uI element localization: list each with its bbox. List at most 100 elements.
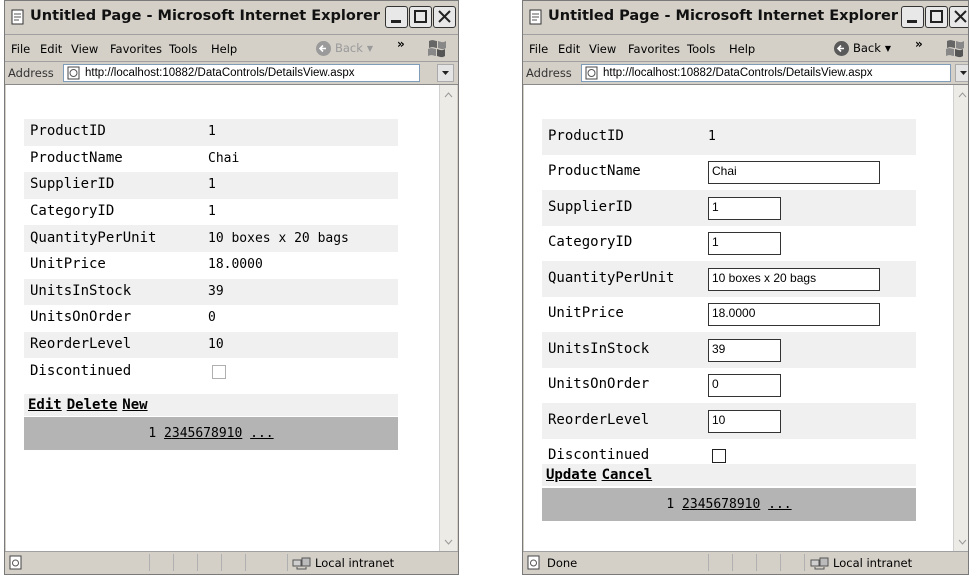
- title-bar[interactable]: Untitled Page - Microsoft Internet Explo…: [5, 1, 458, 35]
- pager-row: 1 2345678910 ...: [542, 488, 916, 521]
- details-row-unitsinstock: UnitsInStock 39: [542, 332, 916, 368]
- details-row-discontinued: Discontinued: [24, 358, 398, 385]
- menu-edit[interactable]: Edit: [40, 42, 62, 56]
- pager-link[interactable]: 2: [682, 497, 690, 512]
- status-page-icon: [527, 555, 540, 570]
- back-button[interactable]: Back ▼: [834, 38, 891, 58]
- details-row-supplierid: SupplierID 1: [24, 172, 398, 199]
- pager-link[interactable]: 7: [721, 497, 729, 512]
- security-zone: Local intranet: [810, 555, 912, 570]
- menu-help[interactable]: Help: [211, 42, 237, 56]
- field-label: UnitPrice: [548, 305, 624, 322]
- update-link[interactable]: Update: [546, 467, 597, 483]
- browser-window-edit-mode: Untitled Page - Microsoft Internet Explo…: [522, 0, 969, 575]
- zone-label: Local intranet: [833, 555, 913, 570]
- field-value: 1: [208, 177, 216, 193]
- field-value: 10 boxes x 20 bags: [208, 230, 349, 246]
- details-row-unitprice: UnitPrice 18.0000: [542, 296, 916, 332]
- toolbar-overflow-icon[interactable]: »: [397, 37, 405, 51]
- command-row: Update Cancel: [542, 464, 916, 486]
- intranet-icon: [810, 557, 829, 570]
- pager-link[interactable]: 9: [219, 426, 227, 441]
- details-row-unitsonorder: UnitsOnOrder 0: [542, 367, 916, 403]
- edit-link[interactable]: Edit: [28, 397, 62, 413]
- close-icon[interactable]: [949, 6, 968, 28]
- maximize-icon[interactable]: [409, 6, 432, 28]
- input-supplierid[interactable]: 1: [708, 196, 781, 220]
- new-link[interactable]: New: [122, 397, 147, 413]
- scroll-up-icon[interactable]: [956, 89, 969, 102]
- menu-help[interactable]: Help: [729, 42, 755, 56]
- pager-link[interactable]: 9: [737, 497, 745, 512]
- pager-link[interactable]: 6: [195, 426, 203, 441]
- input-quantityperunit[interactable]: 10 boxes x 20 bags: [708, 267, 880, 291]
- menu-tools[interactable]: Tools: [687, 42, 715, 56]
- menu-view[interactable]: View: [71, 42, 98, 56]
- minimize-icon[interactable]: [385, 6, 408, 28]
- details-row-unitprice: UnitPrice 18.0000: [24, 252, 398, 279]
- field-label: ReorderLevel: [30, 336, 132, 353]
- back-label: Back: [335, 41, 363, 55]
- input-productname[interactable]: Chai: [708, 161, 880, 185]
- input-categoryid[interactable]: 1: [708, 232, 781, 256]
- page-content: ProductID 1 ProductName Chai SupplierID 1 Cate…: [6, 85, 457, 552]
- menu-favorites[interactable]: Favorites: [110, 42, 162, 56]
- field-label: SupplierID: [30, 176, 115, 193]
- pager-link[interactable]: 10: [227, 426, 243, 441]
- menu-file[interactable]: File: [529, 42, 548, 56]
- vertical-scrollbar[interactable]: [439, 85, 457, 552]
- menu-view[interactable]: View: [589, 42, 616, 56]
- address-label: Address: [8, 66, 54, 80]
- field-label: ProductName: [548, 163, 641, 180]
- dropdown-icon[interactable]: [437, 64, 454, 82]
- field-value: 1: [708, 128, 716, 144]
- address-input[interactable]: http://localhost:10882/DataControls/Deta…: [63, 64, 420, 82]
- details-row-quantityperunit: QuantityPerUnit 10 boxes x 20 bags: [24, 225, 398, 252]
- discontinued-checkbox[interactable]: [712, 449, 726, 464]
- details-row-reorderlevel: ReorderLevel 10: [24, 331, 398, 359]
- input-unitsonorder[interactable]: 0: [708, 374, 781, 398]
- field-label: QuantityPerUnit: [30, 229, 157, 246]
- details-row-productname: ProductName Chai: [542, 154, 916, 190]
- title-bar[interactable]: Untitled Page - Microsoft Internet Explo…: [523, 1, 968, 35]
- menu-tools[interactable]: Tools: [169, 42, 197, 56]
- input-unitsinstock[interactable]: 39: [708, 338, 781, 362]
- toolbar-overflow-icon[interactable]: »: [915, 37, 923, 51]
- pager-link[interactable]: ...: [768, 497, 791, 512]
- input-reorderlevel[interactable]: 10: [708, 409, 781, 433]
- delete-link[interactable]: Delete: [67, 397, 118, 413]
- back-button[interactable]: Back ▼: [316, 38, 373, 58]
- scroll-down-icon[interactable]: [956, 535, 969, 548]
- minimize-icon[interactable]: [901, 6, 924, 28]
- vertical-scrollbar[interactable]: [953, 85, 969, 552]
- maximize-icon[interactable]: [925, 6, 948, 28]
- scroll-up-icon[interactable]: [442, 89, 455, 102]
- pager-link[interactable]: 4: [698, 497, 706, 512]
- pager-link[interactable]: 6: [713, 497, 721, 512]
- pager-link[interactable]: 3: [690, 497, 698, 512]
- pager-link[interactable]: 4: [180, 426, 188, 441]
- back-label: Back: [853, 41, 881, 55]
- input-unitprice[interactable]: 18.0000: [708, 303, 880, 327]
- pager-link[interactable]: ...: [250, 426, 273, 441]
- command-row: Edit Delete New: [24, 394, 398, 416]
- pager-link[interactable]: 10: [745, 497, 761, 512]
- pager-link[interactable]: 7: [203, 426, 211, 441]
- pager-link[interactable]: 2: [164, 426, 172, 441]
- close-icon[interactable]: [433, 6, 456, 28]
- cancel-link[interactable]: Cancel: [602, 467, 653, 483]
- pager-link[interactable]: 8: [211, 426, 219, 441]
- field-value: 0: [208, 310, 216, 326]
- menu-file[interactable]: File: [11, 42, 30, 56]
- field-label: SupplierID: [548, 198, 633, 215]
- pager-link[interactable]: 8: [729, 497, 737, 512]
- pager-current-page: 1: [148, 426, 157, 441]
- dropdown-icon[interactable]: [955, 64, 968, 82]
- details-row-productname: ProductName Chai: [24, 145, 398, 173]
- address-input[interactable]: http://localhost:10882/DataControls/Deta…: [581, 64, 951, 82]
- menu-edit[interactable]: Edit: [558, 42, 580, 56]
- pager-link[interactable]: 3: [172, 426, 180, 441]
- scroll-down-icon[interactable]: [442, 535, 455, 548]
- menu-favorites[interactable]: Favorites: [628, 42, 680, 56]
- address-url: http://localhost:10882/DataControls/Deta…: [603, 67, 873, 79]
